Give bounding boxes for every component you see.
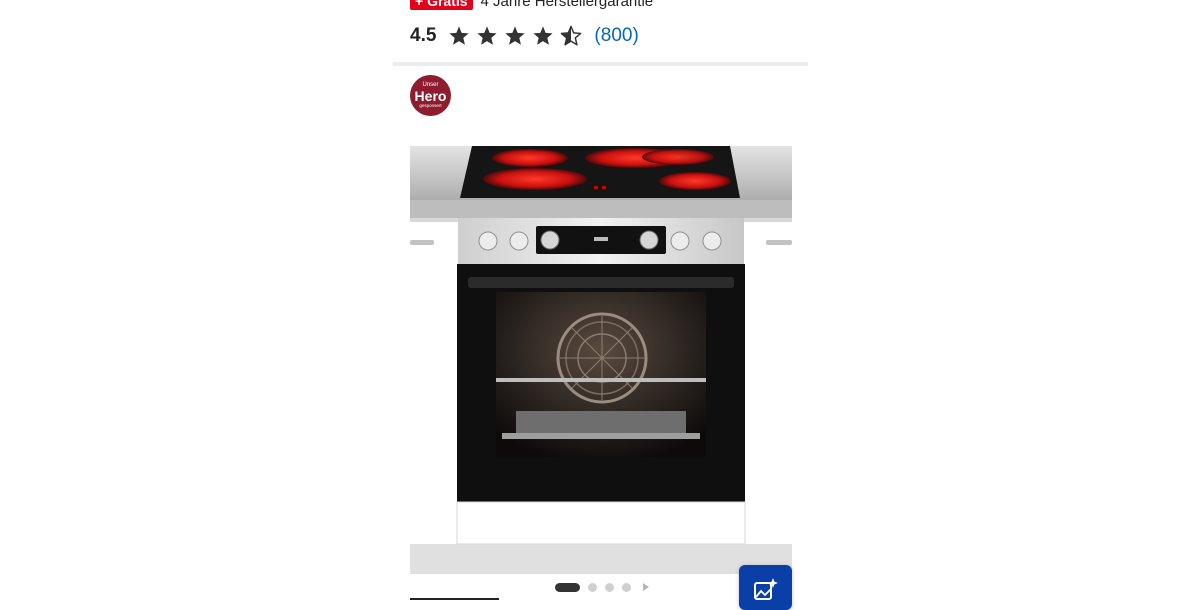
warranty-text: 4 Jahre Herstellergarantie — [480, 0, 654, 10]
gallery-dot[interactable] — [588, 582, 597, 592]
sparkle-image-icon — [754, 578, 778, 600]
warranty-promo: + Gratis 4 Jahre Herstellergarantie — [410, 0, 653, 11]
star-full-icon — [505, 26, 526, 45]
rating-value: 4.5 — [410, 25, 437, 46]
hero-badge-line3: gesponsert — [419, 103, 442, 109]
star-half-icon — [561, 25, 582, 46]
hero-badge-line2: Hero — [414, 88, 447, 105]
gallery-dot[interactable] — [605, 582, 614, 592]
gallery-pagination — [555, 580, 649, 594]
gallery-dot[interactable] — [622, 582, 631, 592]
section-divider — [393, 62, 808, 66]
star-full-icon — [533, 26, 554, 45]
star-full-icon — [449, 26, 470, 45]
gallery-dot[interactable] — [555, 582, 580, 592]
gallery-next-icon[interactable] — [643, 583, 649, 591]
star-full-icon — [477, 26, 498, 45]
gratis-badge: + Gratis — [410, 0, 473, 10]
product-rating: 4.5 (800) — [410, 22, 639, 50]
rating-stars — [448, 25, 582, 47]
ai-image-search-button[interactable] — [739, 565, 792, 610]
review-count-link[interactable]: (800) — [594, 25, 638, 47]
product-image[interactable] — [410, 146, 792, 574]
hero-sponsored-badge: Unser Hero gesponsert — [410, 75, 451, 116]
